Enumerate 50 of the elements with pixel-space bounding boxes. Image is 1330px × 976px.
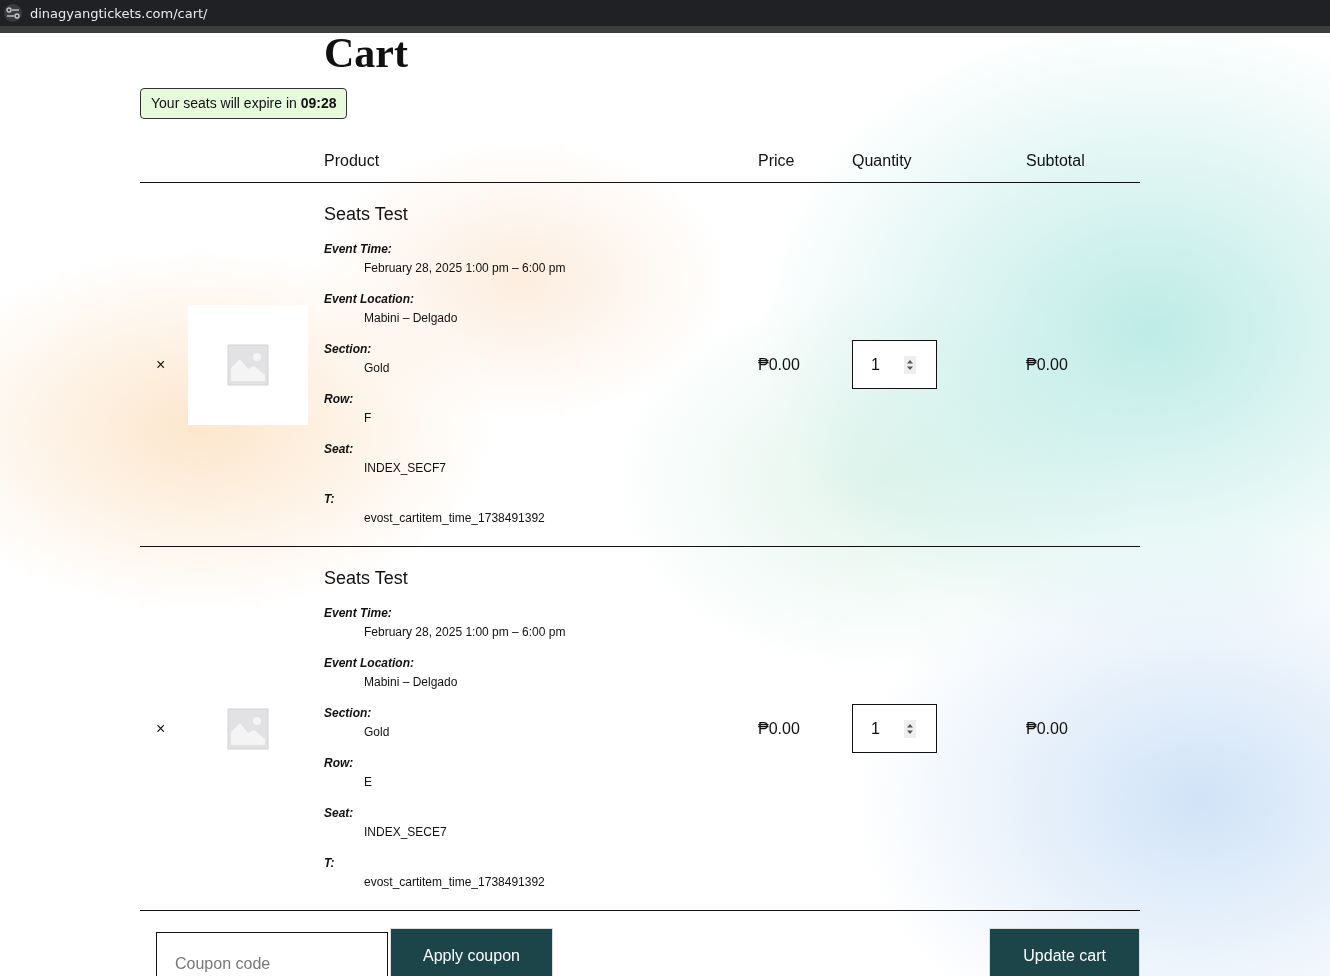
quantity-field[interactable]: 1 — [852, 340, 937, 389]
meta-value: Gold — [364, 724, 390, 741]
meta-label: T: — [324, 491, 335, 508]
item-price: ₱0.00 — [758, 355, 800, 374]
quantity-field[interactable]: 1 — [852, 704, 937, 753]
meta-value: Mabini – Delgado — [364, 310, 458, 327]
remove-item-button[interactable]: × — [156, 719, 166, 738]
meta-label: Section: — [324, 705, 372, 722]
meta-value: February 28, 2025 1:00 pm – 6:00 pm — [364, 260, 566, 277]
meta-label: Section: — [324, 341, 372, 358]
meta-value: evost_cartitem_time_1738491392 — [364, 510, 545, 527]
meta-label: Event Time: — [324, 605, 392, 622]
meta-value: E — [364, 774, 372, 791]
coupon-code-field[interactable]: Coupon code — [156, 932, 388, 976]
item-subtotal: ₱0.00 — [1026, 355, 1068, 374]
remove-item-button[interactable]: × — [156, 355, 166, 374]
meta-label: Seat: — [324, 805, 354, 822]
meta-value: Gold — [364, 360, 390, 377]
column-header: Product — [324, 152, 380, 170]
apply-coupon-button[interactable]: Apply coupon — [390, 928, 553, 976]
site-settings-icon[interactable] — [4, 4, 22, 22]
meta-value: Mabini – Delgado — [364, 674, 458, 691]
spinner-icon[interactable] — [904, 719, 916, 738]
product-name[interactable]: Seats Test — [324, 565, 408, 591]
meta-value: F — [364, 410, 372, 427]
meta-label: Seat: — [324, 441, 354, 458]
page-title: Cart — [324, 33, 408, 73]
item-subtotal: ₱0.00 — [1026, 719, 1068, 738]
meta-label: Row: — [324, 755, 354, 772]
seat-expiry-notice: Your seats will expire in 09:28 — [140, 88, 348, 119]
meta-label: T: — [324, 855, 335, 872]
image-placeholder-icon — [227, 343, 269, 386]
meta-label: Event Time: — [324, 241, 392, 258]
meta-value: February 28, 2025 1:00 pm – 6:00 pm — [364, 624, 566, 641]
item-price: ₱0.00 — [758, 719, 800, 738]
meta-value: INDEX_SECF7 — [364, 460, 447, 477]
column-header: Subtotal — [1026, 152, 1085, 170]
product-thumbnail[interactable] — [188, 304, 308, 425]
product-name[interactable]: Seats Test — [324, 201, 408, 227]
meta-value: evost_cartitem_time_1738491392 — [364, 874, 545, 891]
column-header: Price — [758, 152, 795, 170]
meta-label: Row: — [324, 391, 354, 408]
meta-label: Event Location: — [324, 655, 414, 672]
update-cart-button[interactable]: Update cart — [989, 928, 1140, 976]
spinner-icon[interactable] — [904, 355, 916, 374]
image-placeholder-icon — [227, 707, 269, 750]
address-url[interactable]: dinagyangtickets.com/cart/ — [30, 5, 208, 21]
meta-value: INDEX_SECE7 — [364, 824, 447, 841]
meta-label: Event Location: — [324, 291, 414, 308]
column-header: Quantity — [852, 152, 912, 170]
